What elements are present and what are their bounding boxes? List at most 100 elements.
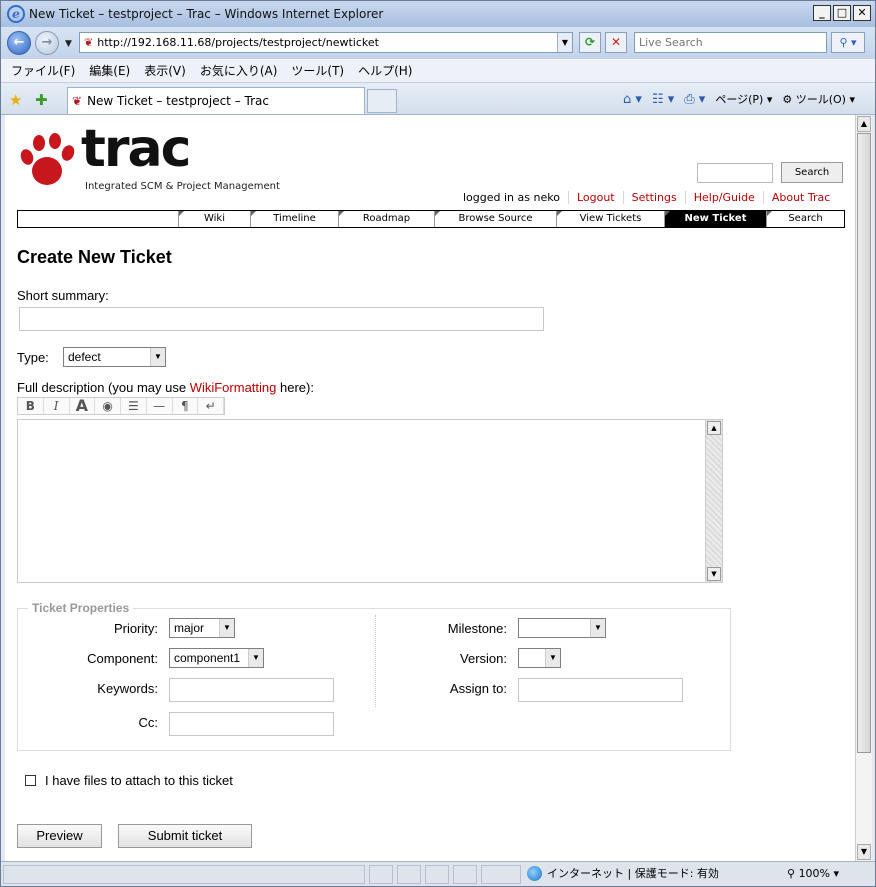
bold-button[interactable]: B [18,398,44,414]
nav-new-ticket[interactable]: New Ticket [664,211,766,227]
scroll-up-icon[interactable]: ▲ [707,421,721,435]
type-value: defect [68,350,101,364]
tab-favicon-icon: ❦ [72,94,83,108]
title-bar: e New Ticket – testproject – Trac – Wind… [1,1,875,27]
nav-view-tickets[interactable]: View Tickets [556,211,664,227]
version-select[interactable]: ▼ [518,648,561,668]
status-bar: インターネット | 保護モード: 有効 ⚲ 100% ▾ [1,861,875,886]
nav-wiki[interactable]: Wiki [178,211,250,227]
scroll-down-icon[interactable]: ▼ [707,567,721,581]
status-text-segment [3,865,365,884]
description-textarea[interactable]: ▲ ▼ [17,419,723,583]
nav-timeline[interactable]: Timeline [250,211,338,227]
component-select[interactable]: component1 ▼ [169,648,264,668]
logout-link[interactable]: Logout [567,191,623,204]
command-bar: ⌂ ▾ ☷ ▾ ⎙ ▾ ページ(P) ▾ ⚙ ツール(O) ▾ [623,91,855,107]
menu-view[interactable]: 表示(V) [144,62,186,79]
summary-label: Short summary: [17,288,109,303]
cc-input[interactable] [169,712,334,736]
logged-in-text: logged in as neko [463,191,560,204]
keywords-input[interactable] [169,678,334,702]
close-window-button[interactable]: ✕ [853,5,871,21]
paragraph-button[interactable]: ¶ [173,398,199,414]
menu-edit[interactable]: 編集(E) [89,62,130,79]
security-zone[interactable]: インターネット | 保護モード: 有効 [525,865,719,884]
tab-row: ★ ✚ ❦ New Ticket – testproject – Trac ⌂ … [1,83,875,115]
home-icon[interactable]: ⌂ ▾ [623,92,642,107]
favorites-star-icon[interactable]: ★ [9,91,22,109]
code-button[interactable]: ☰ [121,398,147,414]
hr-button[interactable]: — [147,398,173,414]
trac-search-button[interactable]: Search [781,162,843,183]
properties-divider [375,615,376,707]
address-bar[interactable]: ❦ http://192.168.11.68/projects/testproj… [79,32,573,53]
window-title: New Ticket – testproject – Trac – Window… [29,7,384,21]
add-favorite-icon[interactable]: ✚ [35,91,48,109]
refresh-button[interactable]: ⟳ [579,32,601,53]
link-button[interactable]: ◉ [95,398,121,414]
zoom-control[interactable]: ⚲ 100% ▾ [787,865,839,882]
page-scroll-thumb[interactable] [857,133,871,753]
status-segment [481,865,521,884]
nav-browse-source[interactable]: Browse Source [434,211,556,227]
stop-button[interactable]: ✕ [605,32,627,53]
history-dropdown-icon[interactable]: ▼ [65,39,72,49]
summary-input[interactable] [19,307,544,331]
italic-button[interactable]: I [44,398,70,414]
page-scrollbar[interactable]: ▲ ▼ [855,115,872,861]
cc-label: Cc: [138,715,159,730]
browser-tab-active[interactable]: ❦ New Ticket – testproject – Trac [67,87,365,114]
tools-menu[interactable]: ⚙ ツール(O) ▾ [782,91,855,107]
description-label-pre: Full description (you may use [17,380,190,395]
heading-button[interactable]: A [70,398,96,414]
trac-paw-icon [20,133,75,185]
menu-file[interactable]: ファイル(F) [11,62,75,79]
page-menu[interactable]: ページ(P) ▾ [715,91,772,107]
dropdown-arrow-icon: ▼ [545,649,560,667]
type-select[interactable]: defect ▼ [63,347,166,367]
wikiformatting-link[interactable]: WikiFormatting [190,380,277,395]
help-link[interactable]: Help/Guide [684,191,763,204]
trac-logo[interactable]: trac Integrated SCM & Project Management [17,119,280,195]
maximize-button[interactable]: □ [833,5,851,21]
page-scroll-down-icon[interactable]: ▼ [857,844,871,860]
menu-help[interactable]: ヘルプ(H) [358,62,412,79]
page-scroll-up-icon[interactable]: ▲ [857,116,871,132]
dropdown-arrow-icon: ▼ [219,619,234,637]
live-search-input[interactable] [635,33,826,52]
component-value: component1 [174,651,241,665]
linebreak-button[interactable]: ↵ [198,398,224,414]
attach-checkbox[interactable] [25,775,36,786]
textarea-scrollbar[interactable]: ▲ ▼ [705,420,722,582]
print-icon[interactable]: ⎙ ▾ [684,92,705,107]
live-search-box[interactable] [634,32,827,53]
nav-search[interactable]: Search [766,211,844,227]
trac-search-input[interactable] [697,163,773,183]
trac-wordmark: trac [81,119,191,179]
zoom-level: 100% [798,867,831,880]
nav-roadmap[interactable]: Roadmap [338,211,434,227]
back-button[interactable]: ← [7,31,31,55]
minimize-button[interactable]: _ [813,5,831,21]
settings-link[interactable]: Settings [622,191,685,204]
address-dropdown-icon[interactable]: ▼ [557,33,572,52]
dropdown-arrow-icon: ▼ [590,619,605,637]
search-go-button[interactable]: ⚲ ▾ [831,32,865,53]
status-segment [453,865,477,884]
milestone-select[interactable]: ▼ [518,618,606,638]
type-label: Type: [17,350,49,365]
preview-button[interactable]: Preview [17,824,102,848]
new-tab-button[interactable] [367,89,397,113]
status-segment [397,865,421,884]
trac-favicon-icon: ❦ [84,36,94,49]
priority-label: Priority: [113,621,158,636]
menu-tools[interactable]: ツール(T) [291,62,344,79]
submit-ticket-button[interactable]: Submit ticket [118,824,252,848]
about-link[interactable]: About Trac [762,191,838,204]
priority-select[interactable]: major ▼ [169,618,235,638]
forward-button[interactable]: → [35,31,59,55]
feeds-icon[interactable]: ☷ ▾ [652,92,674,107]
assign-to-input[interactable] [518,678,683,702]
status-segment [425,865,449,884]
menu-favorites[interactable]: お気に入り(A) [200,62,278,79]
